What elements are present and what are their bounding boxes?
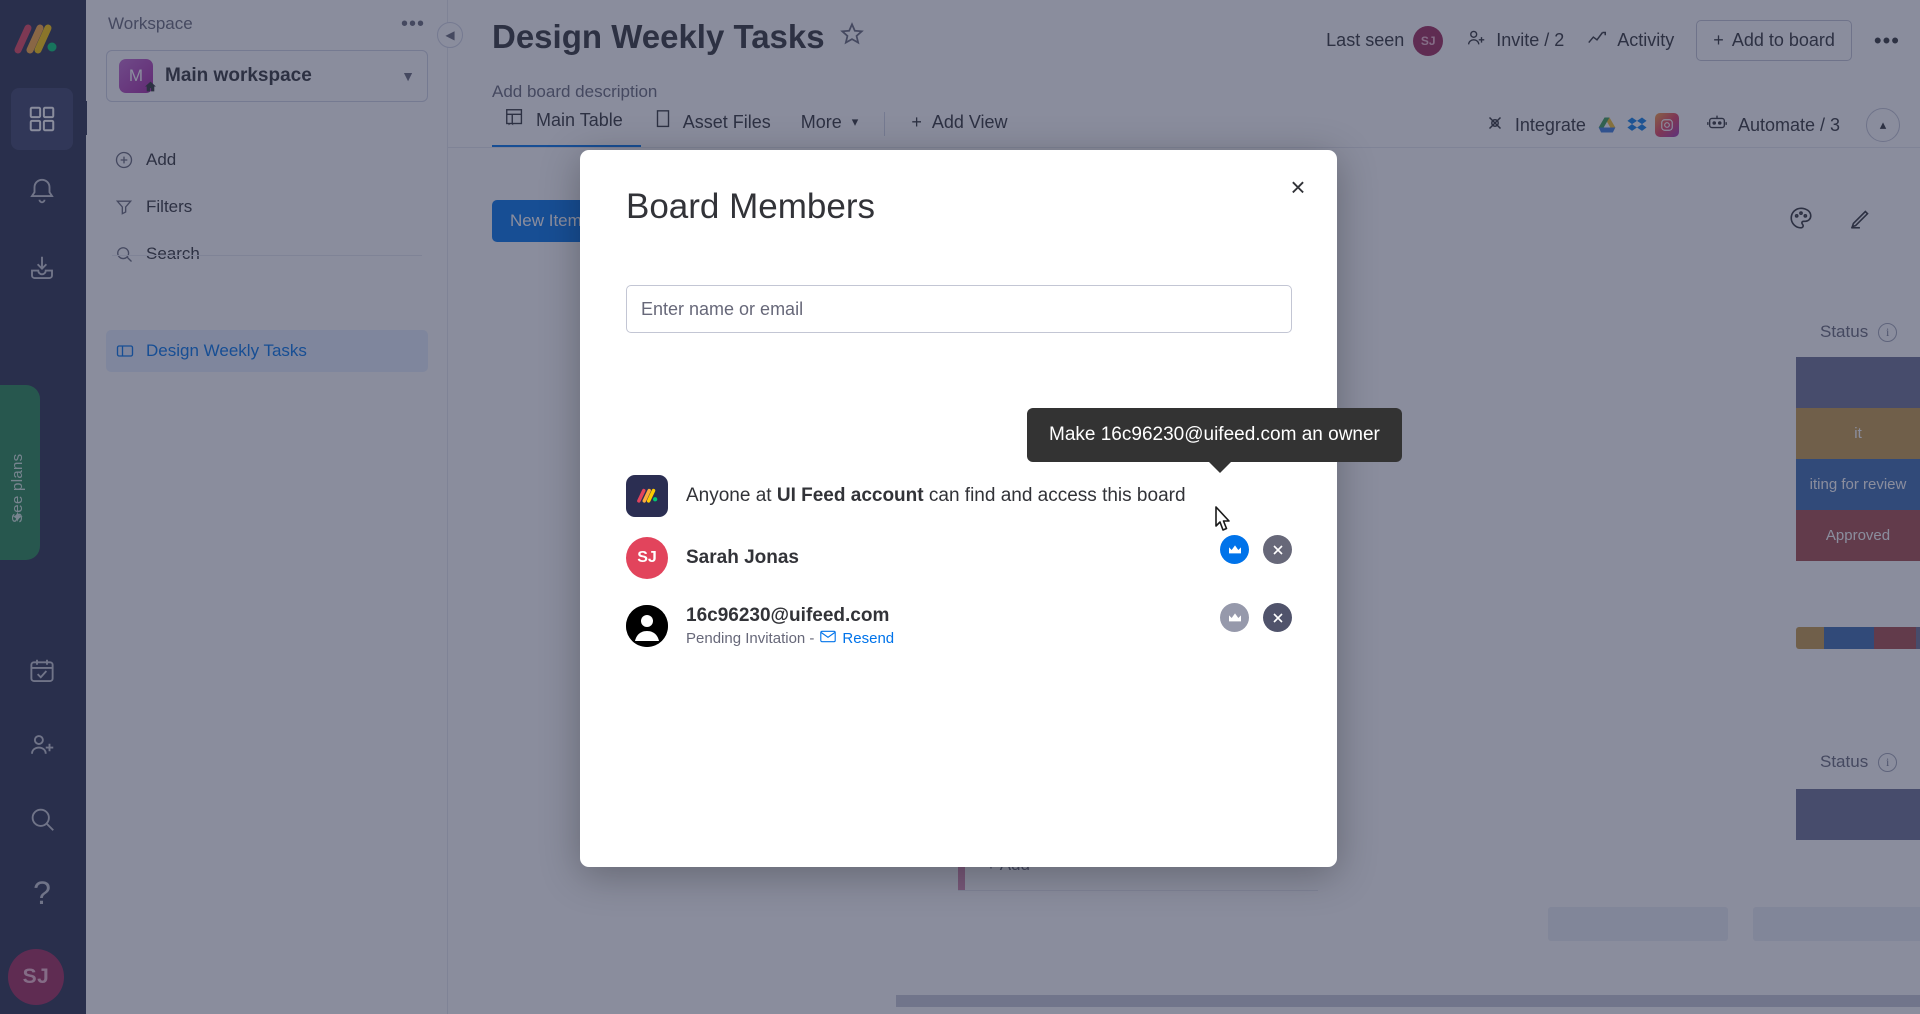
dialog-title: Board Members <box>626 187 875 226</box>
account-notice-text: Anyone at UI Feed account can find and a… <box>686 485 1186 507</box>
notice-prefix: Anyone at <box>686 485 777 506</box>
member-status: Pending Invitation - Resend <box>686 630 894 647</box>
notice-suffix: can find and access this board <box>923 485 1186 506</box>
remove-member-icon[interactable] <box>1263 535 1292 564</box>
owner-crown-icon[interactable] <box>1220 603 1249 632</box>
member-info: 16c96230@uifeed.com Pending Invitation -… <box>686 605 894 647</box>
pending-label: Pending Invitation - <box>686 630 815 647</box>
member-actions <box>1220 603 1292 632</box>
member-row-pending-invite: 16c96230@uifeed.com Pending Invitation -… <box>626 603 1292 647</box>
resend-invite-link[interactable]: Resend <box>842 630 894 647</box>
owner-action-tooltip: Make 16c96230@uifeed.com an owner <box>1027 408 1402 473</box>
member-search-input[interactable] <box>626 285 1292 333</box>
avatar[interactable]: SJ <box>626 537 668 579</box>
avatar[interactable] <box>626 605 668 647</box>
account-access-notice: Anyone at UI Feed account can find and a… <box>626 475 1292 517</box>
close-icon[interactable]: × <box>1283 172 1313 202</box>
mail-icon <box>820 630 837 647</box>
remove-member-icon[interactable] <box>1263 603 1292 632</box>
member-email: 16c96230@uifeed.com <box>686 605 890 626</box>
notice-account: UI Feed account <box>776 485 924 506</box>
member-name: Sarah Jonas <box>686 547 799 568</box>
monday-account-icon <box>626 475 668 517</box>
mouse-cursor <box>1211 505 1237 542</box>
member-row-sarah-jonas: SJ Sarah Jonas <box>626 535 1292 579</box>
